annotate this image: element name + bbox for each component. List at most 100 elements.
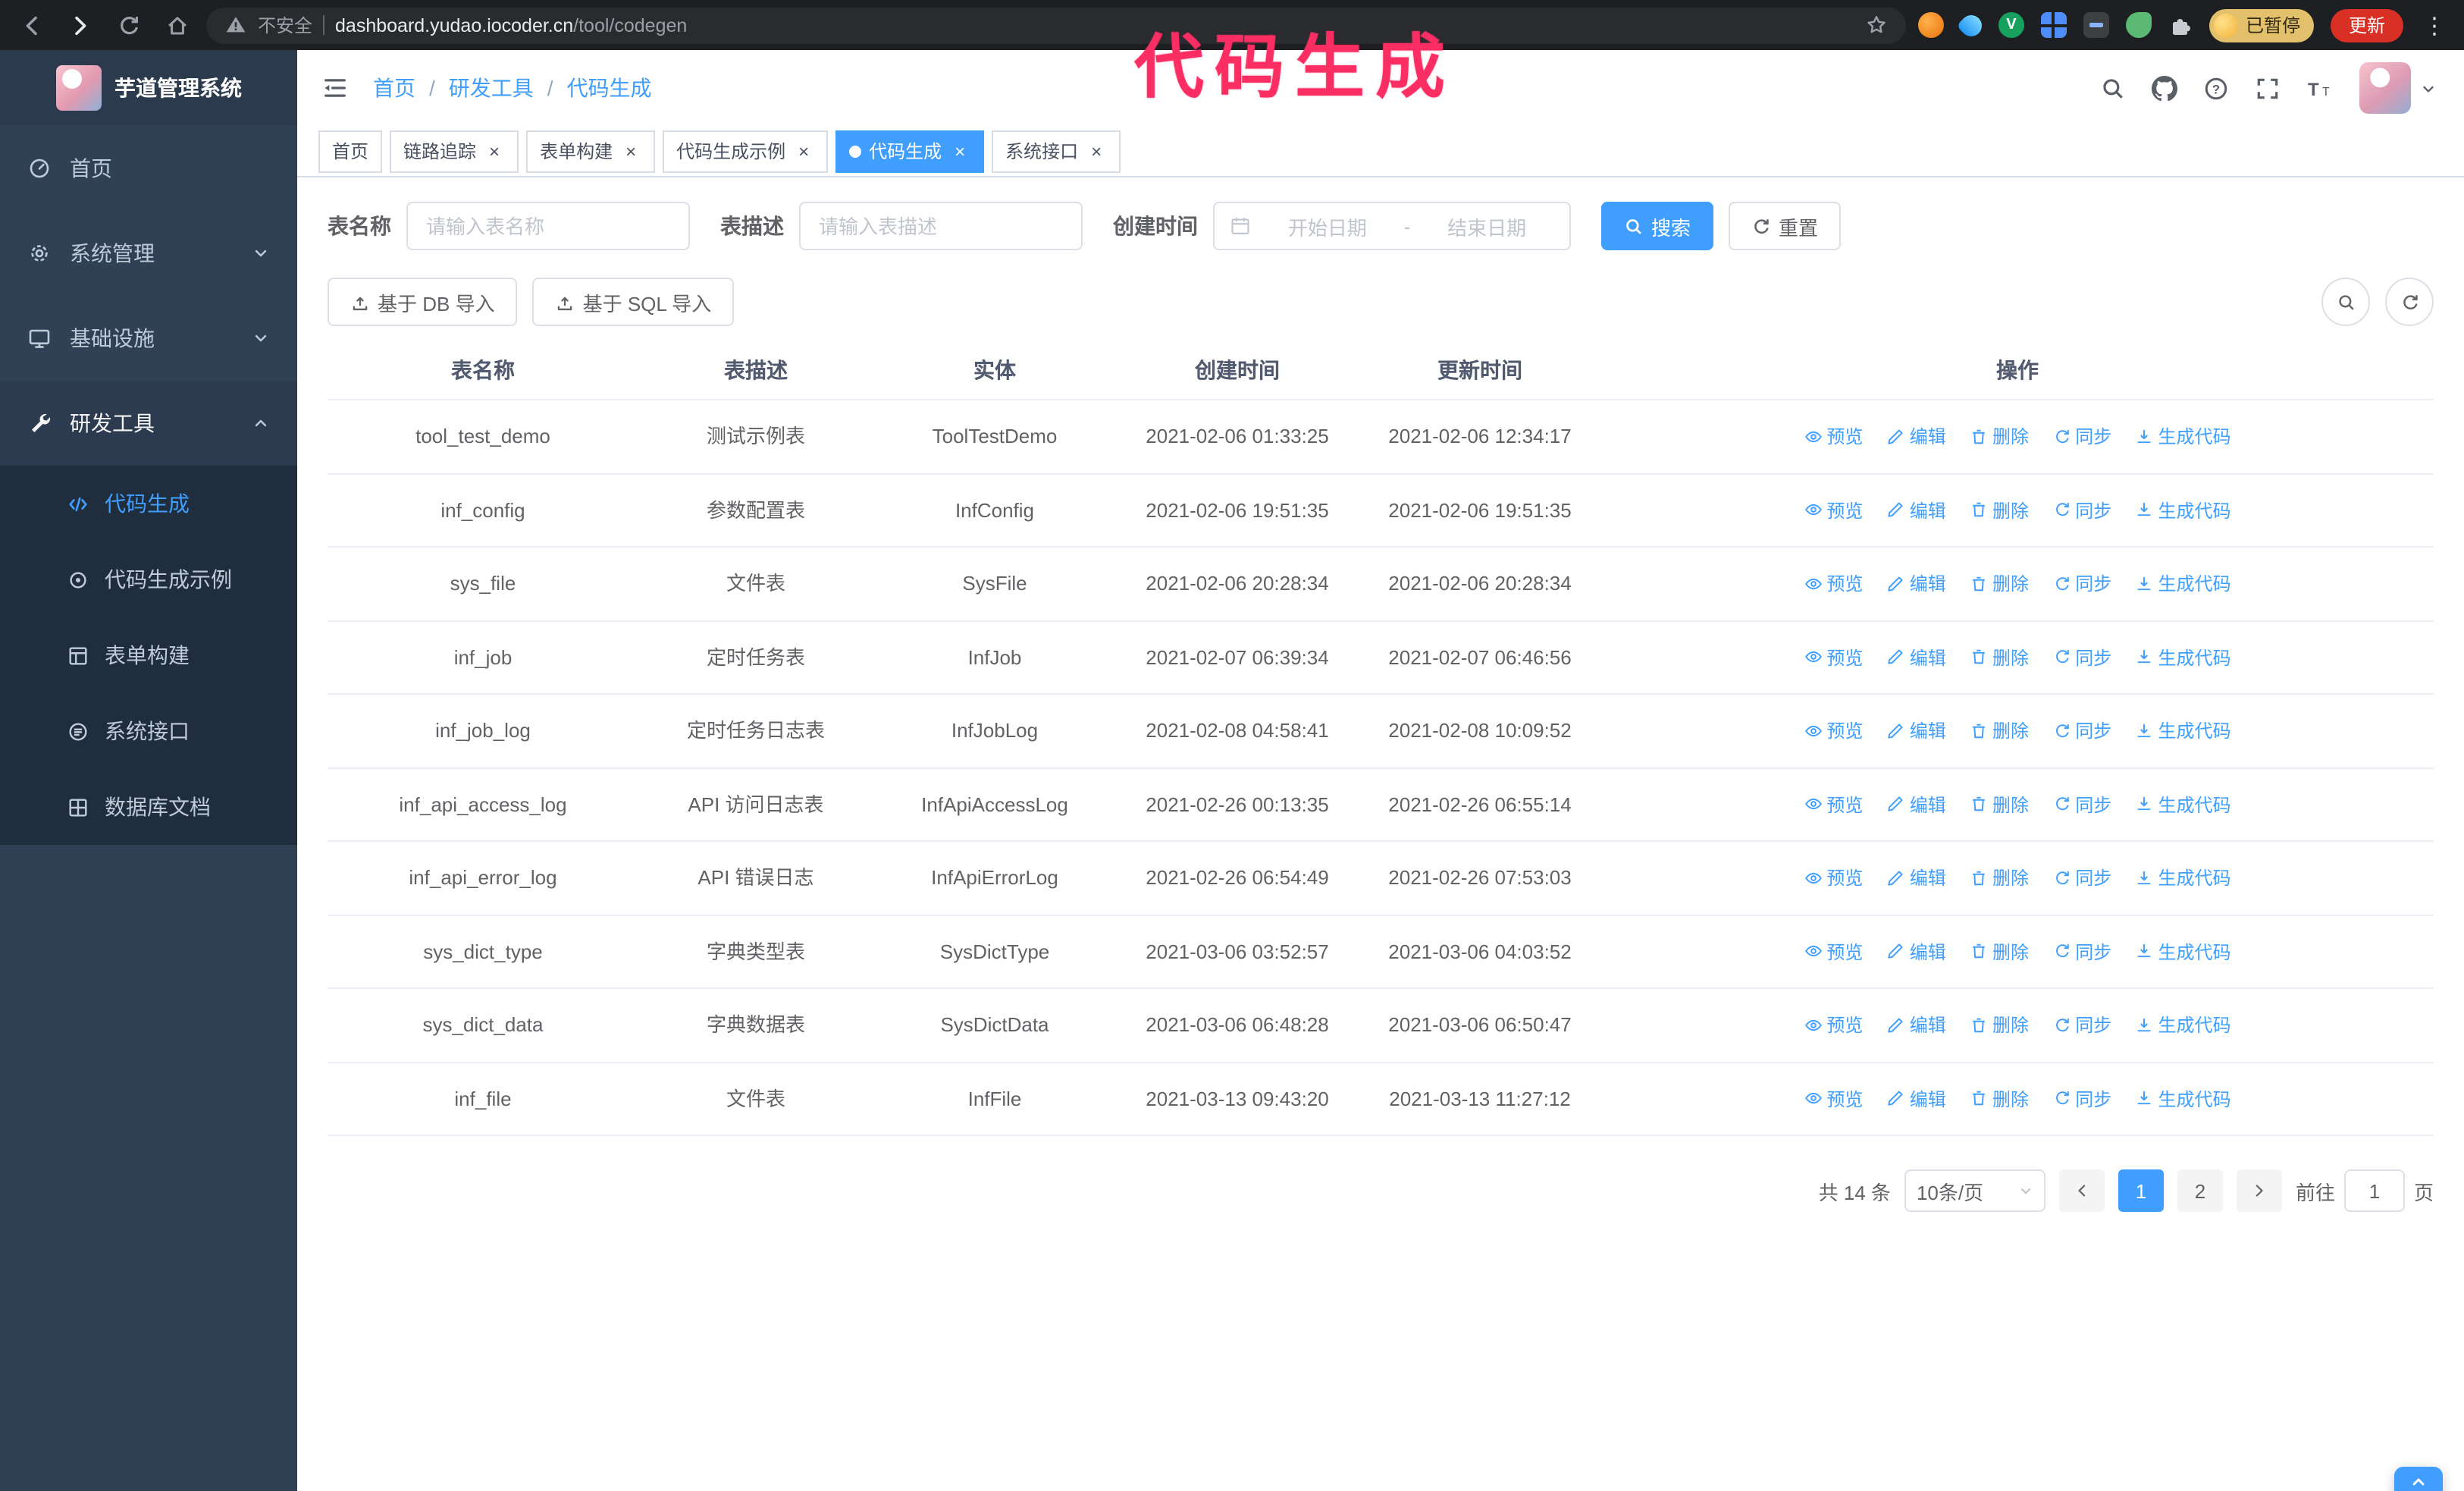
preview-link[interactable]: 预览 — [1804, 570, 1863, 596]
sidebar-item-api[interactable]: 系统接口 — [0, 693, 297, 769]
sync-link[interactable]: 同步 — [2052, 644, 2111, 670]
prev-page-button[interactable] — [2058, 1169, 2105, 1212]
sidebar-item-infra[interactable]: 基础设施 — [0, 296, 297, 381]
generate-code-link[interactable]: 生成代码 — [2136, 717, 2231, 743]
search-button[interactable]: 搜索 — [1601, 202, 1714, 250]
delete-link[interactable]: 删除 — [1970, 1085, 2029, 1111]
delete-link[interactable]: 删除 — [1970, 497, 2029, 523]
edit-link[interactable]: 编辑 — [1887, 497, 1946, 523]
preview-link[interactable]: 预览 — [1804, 497, 1863, 523]
generate-code-link[interactable]: 生成代码 — [2136, 791, 2231, 817]
tab[interactable]: 链路追踪 × — [390, 130, 519, 172]
page-button-1[interactable]: 1 — [2118, 1169, 2164, 1212]
tab[interactable]: 系统接口 × — [992, 130, 1121, 172]
github-icon[interactable] — [2152, 75, 2177, 101]
tab-close-icon[interactable]: × — [620, 140, 641, 162]
page-button-2[interactable]: 2 — [2177, 1169, 2223, 1212]
preview-link[interactable]: 预览 — [1804, 1085, 1863, 1111]
avatar-dropdown[interactable] — [2359, 62, 2437, 114]
edit-link[interactable]: 编辑 — [1887, 791, 1946, 817]
sidebar-item-codegen-example[interactable]: 代码生成示例 — [0, 541, 297, 617]
sync-link[interactable]: 同步 — [2052, 791, 2111, 817]
bookmark-star-icon[interactable] — [1865, 14, 1888, 36]
delete-link[interactable]: 删除 — [1970, 865, 2029, 890]
delete-link[interactable]: 删除 — [1970, 423, 2029, 449]
edit-link[interactable]: 编辑 — [1887, 938, 1946, 964]
sidebar-item-home[interactable]: 首页 — [0, 126, 297, 211]
import-db-button[interactable]: 基于 DB 导入 — [328, 278, 518, 326]
extension-orange-icon[interactable] — [1917, 12, 1944, 38]
sidebar-logo[interactable]: 芋道管理系统 — [0, 50, 297, 126]
browser-menu-icon[interactable]: ⋮ — [2420, 11, 2449, 39]
sync-link[interactable]: 同步 — [2052, 570, 2111, 596]
generate-code-link[interactable]: 生成代码 — [2136, 570, 2231, 596]
edit-link[interactable]: 编辑 — [1887, 717, 1946, 743]
extension-green-v-icon[interactable]: V — [1998, 12, 2024, 38]
preview-link[interactable]: 预览 — [1804, 717, 1863, 743]
table-desc-input[interactable] — [799, 202, 1083, 250]
edit-link[interactable]: 编辑 — [1887, 570, 1946, 596]
edit-link[interactable]: 编辑 — [1887, 1012, 1946, 1037]
next-page-button[interactable] — [2236, 1169, 2282, 1212]
update-button[interactable]: 更新 — [2330, 8, 2403, 42]
tab-close-icon[interactable]: × — [949, 140, 970, 162]
tab[interactable]: 首页 — [318, 130, 383, 172]
tab-close-icon[interactable]: × — [793, 140, 814, 162]
import-sql-button[interactable]: 基于 SQL 导入 — [532, 278, 735, 326]
delete-link[interactable]: 删除 — [1970, 570, 2029, 596]
sync-link[interactable]: 同步 — [2052, 865, 2111, 890]
delete-link[interactable]: 删除 — [1970, 1012, 2029, 1037]
date-start-placeholder[interactable]: 开始日期 — [1260, 212, 1395, 240]
tab-close-icon[interactable]: × — [484, 140, 505, 162]
forward-button[interactable] — [64, 8, 97, 42]
sync-link[interactable]: 同步 — [2052, 423, 2111, 449]
generate-code-link[interactable]: 生成代码 — [2136, 423, 2231, 449]
sync-link[interactable]: 同步 — [2052, 1085, 2111, 1111]
tab[interactable]: 表单构建 × — [526, 130, 656, 172]
date-end-placeholder[interactable]: 结束日期 — [1419, 212, 1554, 240]
search-icon[interactable] — [2100, 75, 2126, 101]
sidebar-item-db-doc[interactable]: 数据库文档 — [0, 769, 297, 845]
sync-link[interactable]: 同步 — [2052, 717, 2111, 743]
delete-link[interactable]: 删除 — [1970, 938, 2029, 964]
extension-leaf-icon[interactable] — [2125, 12, 2152, 38]
preview-link[interactable]: 预览 — [1804, 1012, 1863, 1037]
toggle-search-button[interactable] — [2321, 278, 2370, 326]
sidebar-item-form-builder[interactable]: 表单构建 — [0, 617, 297, 693]
extension-drop-icon[interactable] — [1956, 10, 1986, 40]
sidebar-item-codegen[interactable]: 代码生成 — [0, 466, 297, 541]
preview-link[interactable]: 预览 — [1804, 644, 1863, 670]
generate-code-link[interactable]: 生成代码 — [2136, 938, 2231, 964]
fold-sidebar-icon[interactable] — [321, 74, 349, 102]
generate-code-link[interactable]: 生成代码 — [2136, 1012, 2231, 1037]
generate-code-link[interactable]: 生成代码 — [2136, 497, 2231, 523]
fullscreen-icon[interactable] — [2255, 75, 2281, 101]
extensions-puzzle-icon[interactable] — [2168, 13, 2193, 37]
sync-link[interactable]: 同步 — [2052, 1012, 2111, 1037]
tab[interactable]: 代码生成 × — [835, 130, 985, 172]
preview-link[interactable]: 预览 — [1804, 938, 1863, 964]
font-size-icon[interactable]: TT — [2306, 75, 2334, 101]
tab-close-icon[interactable]: × — [1086, 140, 1107, 162]
back-button[interactable] — [15, 8, 49, 42]
tab[interactable]: 代码生成示例 × — [663, 130, 829, 172]
breadcrumb-devtools[interactable]: 研发工具 — [449, 73, 534, 103]
generate-code-link[interactable]: 生成代码 — [2136, 1085, 2231, 1111]
table-name-input[interactable] — [406, 202, 690, 250]
edit-link[interactable]: 编辑 — [1887, 865, 1946, 890]
generate-code-link[interactable]: 生成代码 — [2136, 865, 2231, 890]
delete-link[interactable]: 删除 — [1970, 644, 2029, 670]
sync-link[interactable]: 同步 — [2052, 938, 2111, 964]
goto-page-input[interactable] — [2343, 1169, 2405, 1212]
sidebar-item-system[interactable]: 系统管理 — [0, 211, 297, 296]
extension-grid-icon[interactable] — [2040, 12, 2067, 38]
preview-link[interactable]: 预览 — [1804, 791, 1863, 817]
generate-code-link[interactable]: 生成代码 — [2136, 644, 2231, 670]
address-bar[interactable]: 不安全 dashboard.yudao.iocoder.cn/tool/code… — [206, 7, 1906, 43]
sync-link[interactable]: 同步 — [2052, 497, 2111, 523]
back-to-top-button[interactable] — [2394, 1467, 2443, 1491]
reload-button[interactable] — [112, 8, 146, 42]
delete-link[interactable]: 删除 — [1970, 717, 2029, 743]
edit-link[interactable]: 编辑 — [1887, 423, 1946, 449]
reset-button[interactable]: 重置 — [1729, 202, 1842, 250]
